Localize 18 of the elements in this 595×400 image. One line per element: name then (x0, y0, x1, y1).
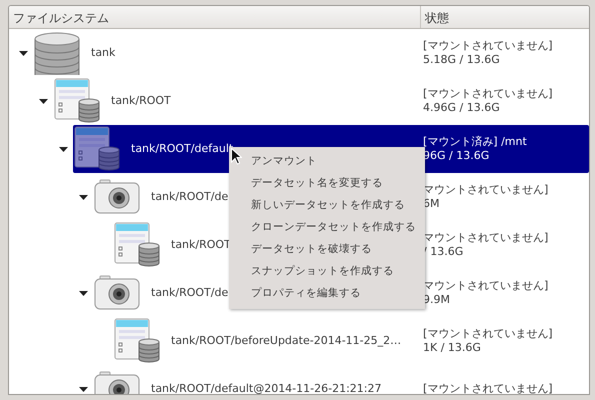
mount-status: [マウントされていません] (423, 38, 553, 53)
filesystem-name: tank (91, 44, 116, 61)
mount-status: [マウントされていません] (423, 326, 553, 341)
usage-text: 4.96G / 13.6G (423, 101, 500, 116)
filesystem-name: tank/ROOT/de (151, 284, 228, 301)
filesystem-name: tank/ROOT/beforeUpdate-2014-11-25_2… (171, 332, 402, 349)
filesystem-name: tank/ROOT (171, 236, 231, 253)
usage-text: 1K / 13.6G (423, 341, 481, 356)
usage-text: 5.18G / 13.6G (423, 53, 500, 68)
mount-status: マウントされていません] (423, 230, 548, 245)
mount-status: マウントされていません] (423, 278, 548, 293)
filesystem-name: tank/ROOT/de (151, 188, 228, 205)
mount-status: マウントされていません] (423, 182, 548, 197)
mount-status: [マウントされていません] (423, 382, 553, 394)
filesystem-name: tank/ROOT (111, 92, 171, 109)
filesystem-name: tank/ROOT/default@2014-11-26-21:21:27 (151, 380, 382, 394)
mount-status: [マウント済み] /mnt (423, 134, 527, 149)
mount-status: [マウントされていません] (423, 86, 553, 101)
